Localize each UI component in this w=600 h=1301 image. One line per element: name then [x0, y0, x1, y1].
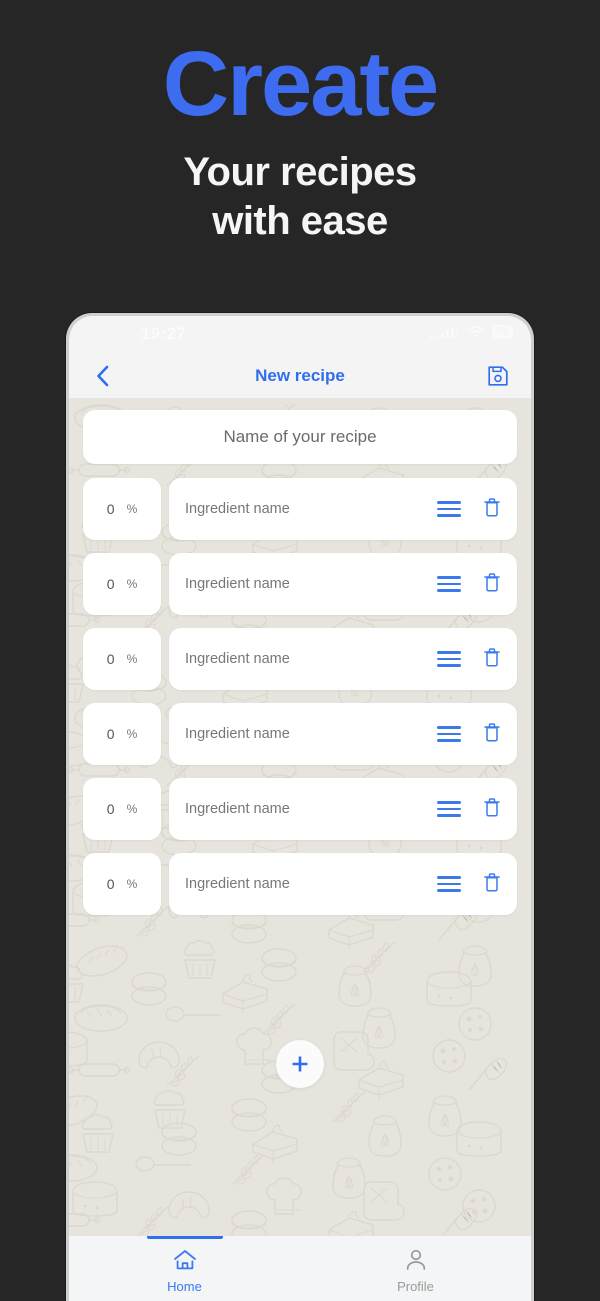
trash-icon[interactable]	[483, 647, 501, 672]
ingredient-unit-label: %	[126, 802, 138, 816]
drag-handle-icon[interactable]	[437, 501, 461, 517]
ingredient-row: 0 % Ingredient name	[83, 703, 517, 765]
cellular-signal-icon	[440, 326, 459, 338]
ingredient-name-placeholder: Ingredient name	[185, 726, 290, 742]
recipe-form: Name of your recipe 0 % Ingredient name	[69, 398, 531, 1301]
chevron-left-icon	[96, 365, 108, 387]
battery-icon: 59	[491, 325, 513, 339]
ingredient-row: 0 % Ingredient name	[83, 478, 517, 540]
recipe-name-placeholder: Name of your recipe	[223, 427, 377, 446]
promo-title: Create	[162, 33, 439, 135]
ingredient-name-field[interactable]: Ingredient name	[169, 628, 517, 690]
page-title: New recipe	[255, 366, 345, 385]
back-button[interactable]	[89, 363, 115, 389]
nav-item-profile[interactable]: Profile	[300, 1236, 531, 1301]
ingredient-list: 0 % Ingredient name 0 % Ingredient name …	[83, 478, 517, 915]
nav-item-profile-label: Profile	[397, 1279, 434, 1294]
plus-icon	[292, 1056, 308, 1072]
battery-level-label: 59	[496, 326, 508, 337]
ingredient-row-actions	[437, 647, 501, 672]
phone-screen: 19:27 59 New recipe Name of your recipe …	[69, 316, 531, 1301]
nav-item-home[interactable]: Home	[69, 1236, 300, 1301]
save-button[interactable]	[485, 363, 511, 389]
ingredient-name-placeholder: Ingredient name	[185, 501, 290, 517]
phone-frame: 19:27 59 New recipe Name of your recipe …	[66, 313, 534, 1301]
status-bar-time: 19:27	[141, 324, 186, 343]
nav-item-home-label: Home	[167, 1279, 202, 1294]
ingredient-quantity-value: 0	[106, 801, 115, 817]
promo-subtitle: Your recipes with ease	[0, 148, 600, 246]
ingredient-row-actions	[437, 722, 501, 747]
ingredient-name-field[interactable]: Ingredient name	[169, 553, 517, 615]
bottom-navigation: Home Profile	[69, 1235, 531, 1301]
ingredient-quantity-input[interactable]: 0 %	[83, 478, 161, 540]
trash-icon[interactable]	[483, 722, 501, 747]
ingredient-unit-label: %	[126, 577, 138, 591]
promo-header: Create Your recipes with ease	[0, 0, 600, 246]
ingredient-name-field[interactable]: Ingredient name	[169, 778, 517, 840]
ingredient-quantity-value: 0	[106, 651, 115, 667]
drag-handle-icon[interactable]	[437, 651, 461, 667]
drag-handle-icon[interactable]	[437, 576, 461, 592]
recipe-name-input[interactable]: Name of your recipe	[83, 410, 517, 464]
ingredient-quantity-input[interactable]: 0 %	[83, 703, 161, 765]
ingredient-unit-label: %	[126, 727, 138, 741]
active-tab-indicator	[146, 1236, 223, 1239]
person-icon	[405, 1249, 427, 1276]
trash-icon[interactable]	[483, 797, 501, 822]
ingredient-quantity-value: 0	[106, 726, 115, 742]
ingredient-unit-label: %	[126, 502, 138, 516]
home-icon	[173, 1249, 197, 1276]
ingredient-quantity-input[interactable]: 0 %	[83, 778, 161, 840]
ingredient-name-placeholder: Ingredient name	[185, 576, 290, 592]
status-bar: 19:27 59	[69, 316, 531, 354]
drag-handle-icon[interactable]	[437, 801, 461, 817]
ingredient-name-placeholder: Ingredient name	[185, 801, 290, 817]
ingredient-unit-label: %	[126, 877, 138, 891]
ingredient-row-actions	[437, 572, 501, 597]
ingredient-row-actions	[437, 497, 501, 522]
ingredient-row: 0 % Ingredient name	[83, 628, 517, 690]
ingredient-row: 0 % Ingredient name	[83, 553, 517, 615]
wifi-icon	[466, 325, 484, 339]
trash-icon[interactable]	[483, 497, 501, 522]
ingredient-unit-label: %	[126, 652, 138, 666]
status-bar-indicators: 59	[429, 325, 513, 339]
ingredient-name-placeholder: Ingredient name	[185, 651, 290, 667]
trash-icon[interactable]	[483, 572, 501, 597]
ingredient-name-field[interactable]: Ingredient name	[169, 703, 517, 765]
ingredient-row: 0 % Ingredient name	[83, 778, 517, 840]
ingredient-name-placeholder: Ingredient name	[185, 876, 290, 892]
trash-icon[interactable]	[483, 872, 501, 897]
add-ingredient-button[interactable]	[276, 1040, 324, 1088]
promo-subtitle-line-1: Your recipes	[183, 150, 417, 194]
ingredient-row-actions	[437, 872, 501, 897]
signal-dots-icon	[429, 336, 443, 339]
floppy-disk-save-icon	[488, 366, 508, 386]
ingredient-row: 0 % Ingredient name	[83, 853, 517, 915]
promo-subtitle-line-2: with ease	[212, 198, 388, 243]
ingredient-quantity-value: 0	[106, 576, 115, 592]
drag-handle-icon[interactable]	[437, 876, 461, 892]
ingredient-quantity-value: 0	[106, 876, 115, 892]
ingredient-quantity-input[interactable]: 0 %	[83, 853, 161, 915]
recipe-editor-content: Name of your recipe 0 % Ingredient name	[69, 398, 531, 1301]
app-bar: New recipe	[69, 354, 531, 398]
ingredient-quantity-value: 0	[106, 501, 115, 517]
ingredient-quantity-input[interactable]: 0 %	[83, 628, 161, 690]
ingredient-name-field[interactable]: Ingredient name	[169, 853, 517, 915]
ingredient-row-actions	[437, 797, 501, 822]
ingredient-quantity-input[interactable]: 0 %	[83, 553, 161, 615]
ingredient-name-field[interactable]: Ingredient name	[169, 478, 517, 540]
drag-handle-icon[interactable]	[437, 726, 461, 742]
